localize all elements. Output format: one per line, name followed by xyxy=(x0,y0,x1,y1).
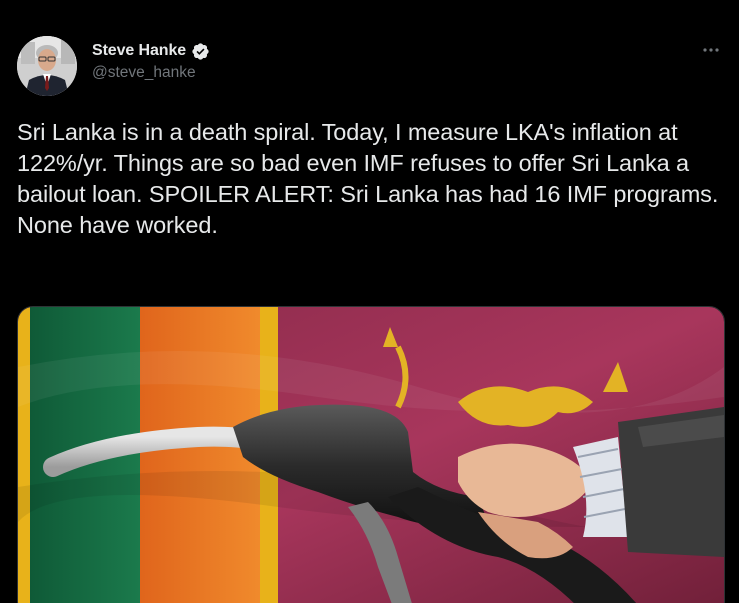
author-name[interactable]: Steve Hanke xyxy=(92,42,186,60)
verified-badge-icon[interactable] xyxy=(191,42,210,61)
tweet-text: Sri Lanka is in a death spiral. Today, I… xyxy=(17,119,725,238)
person-photo-avatar-icon xyxy=(17,36,77,96)
author-name-row: Steve Hanke xyxy=(92,40,210,62)
more-options-button[interactable] xyxy=(694,38,728,62)
tweet-media-image[interactable] xyxy=(17,306,725,603)
author-info: Steve Hanke @steve_hanke xyxy=(92,40,210,82)
fuel-nozzle-flag-image xyxy=(18,307,724,603)
author-avatar[interactable] xyxy=(17,36,77,96)
author-handle[interactable]: @steve_hanke xyxy=(92,64,210,82)
tweet-card: Steve Hanke @steve_hanke Sri Lanka is in… xyxy=(0,0,739,603)
more-horizontal-icon xyxy=(703,48,719,52)
